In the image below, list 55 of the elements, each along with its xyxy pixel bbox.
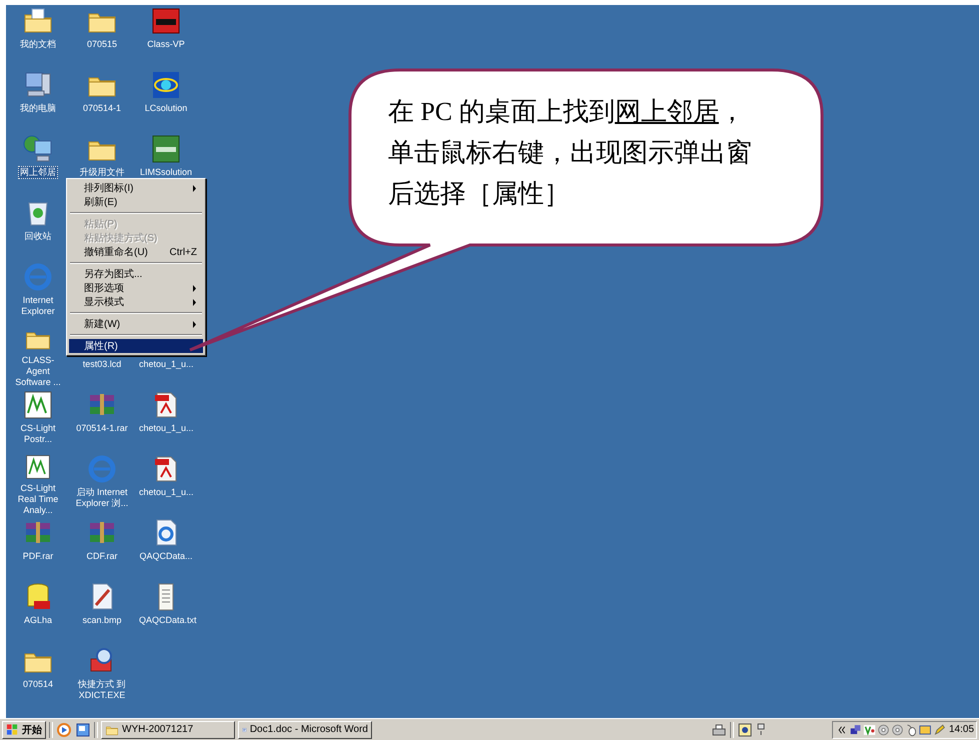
help-icon[interactable] xyxy=(737,722,753,738)
shortcut-label: Ctrl+Z xyxy=(170,246,197,258)
desktop-icon-label[interactable]: scan.bmp xyxy=(80,614,124,627)
taskbar-button[interactable]: Doc1.doc - Microsoft Word xyxy=(238,720,372,738)
app-icon[interactable] xyxy=(150,69,182,101)
desktop-icon-label[interactable]: Internet Explorer xyxy=(9,294,67,318)
desktop-icon-label[interactable]: CLASS-Agent Software ... xyxy=(9,354,67,389)
desktop-icon-label[interactable]: 070514-1 xyxy=(80,102,124,115)
menu-item[interactable]: 新建(W) xyxy=(69,317,203,331)
disc-icon[interactable] xyxy=(877,722,890,738)
desktop-icon-label[interactable]: 启动 Internet Explorer 浏... xyxy=(73,486,131,510)
desktop-icon-label[interactable]: chetou_1_u... xyxy=(137,358,195,371)
desktop-icon-label[interactable]: 快捷方式 到 XDICT.EXE xyxy=(73,678,131,702)
desktop-icon-label[interactable]: 网上邻居 xyxy=(18,166,58,179)
printer-icon[interactable] xyxy=(711,722,727,738)
menu-item[interactable]: 图形选项 xyxy=(69,281,203,295)
chart-icon[interactable] xyxy=(22,389,54,421)
callout-text: 在 PC 的桌面上找到网上邻居， 单击鼠标右键，出现图示弹出窗 后选择［属性］ xyxy=(388,96,752,210)
desktop-icon-label[interactable]: 我的电脑 xyxy=(18,102,58,115)
desktop-icon-label[interactable]: AGLha xyxy=(22,614,54,627)
submenu-arrow-icon xyxy=(192,320,197,328)
taskbar-button[interactable]: WYH-20071217 xyxy=(101,720,235,738)
clock: 14:05 xyxy=(949,724,974,735)
desktop-icon-label[interactable]: CS-Light Postr... xyxy=(9,422,67,446)
desktop-icon-label[interactable]: PDF.rar xyxy=(20,550,56,563)
menu-item[interactable]: 撤销重命名(U) Ctrl+Z xyxy=(69,245,203,259)
menu-item[interactable]: 刷新(E) xyxy=(69,195,203,209)
desktop-icon-label[interactable]: test03.lcd xyxy=(80,358,124,371)
media-player-icon[interactable] xyxy=(56,722,72,738)
desktop-icon-label[interactable]: 我的文档 xyxy=(18,38,58,51)
desktop-icon-label[interactable]: 070514 xyxy=(20,678,56,691)
windows-flag-icon xyxy=(6,722,19,736)
start-button[interactable]: 开始 xyxy=(2,720,46,738)
desktop-icon[interactable] xyxy=(75,722,91,738)
app-icon[interactable] xyxy=(150,133,182,165)
menu-item[interactable]: 显示模式 xyxy=(69,295,203,309)
pencil-icon[interactable] xyxy=(933,722,946,738)
desktop-icon-label[interactable]: CS-Light Real Time Analy... xyxy=(9,482,67,517)
desktop-icon-label[interactable]: chetou_1_u... xyxy=(137,422,195,435)
desktop-icon-label[interactable]: QAQCData.txt xyxy=(137,614,195,627)
desktop-icon-label[interactable]: 070515 xyxy=(84,38,120,51)
desktop-icon-label[interactable]: 升级用文件 xyxy=(78,166,126,179)
desktop-icon-label[interactable]: CDF.rar xyxy=(84,550,120,563)
menu-item[interactable]: 另存为图式... xyxy=(69,267,203,281)
desktop-icon-label[interactable]: LCsolution xyxy=(142,102,190,115)
desktop-icon-label[interactable]: chetou_1_u... xyxy=(137,486,195,499)
desktop-icon-label[interactable]: 070514-1.rar xyxy=(74,422,130,435)
menu-item[interactable]: 排列图标(I) xyxy=(69,181,203,195)
desktop-icon-label[interactable]: QAQCData... xyxy=(137,550,194,563)
submenu-arrow-icon xyxy=(192,184,197,192)
desktop-icon-label[interactable]: 回收站 xyxy=(22,230,54,243)
desktop-icon-label[interactable]: Class-VP xyxy=(145,38,187,51)
menu-item[interactable]: 属性(R) xyxy=(69,339,203,353)
desktop-icon-label[interactable]: LIMSsolution xyxy=(138,166,194,179)
pin-icon[interactable] xyxy=(756,722,766,738)
